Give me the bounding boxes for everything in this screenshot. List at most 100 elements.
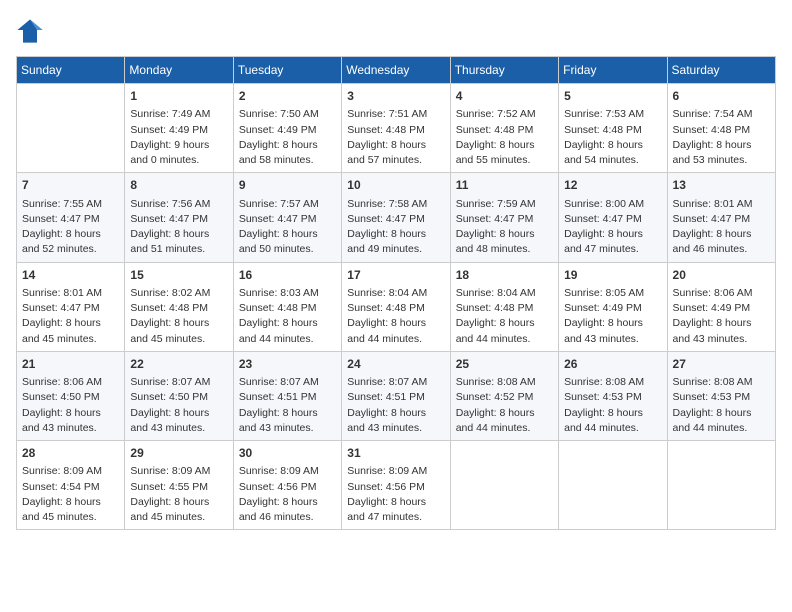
day-number: 4 bbox=[456, 88, 553, 105]
calendar-cell: 19 Sunrise: 8:05 AM Sunset: 4:49 PM Dayli… bbox=[559, 262, 667, 351]
calendar-cell: 30 Sunrise: 8:09 AM Sunset: 4:56 PM Dayli… bbox=[233, 441, 341, 530]
day-number: 8 bbox=[130, 177, 227, 194]
day-info: Sunrise: 8:05 AM Sunset: 4:49 PM Dayligh… bbox=[564, 286, 661, 347]
day-info: Sunrise: 8:09 AM Sunset: 4:56 PM Dayligh… bbox=[347, 464, 444, 525]
calendar-cell: 5 Sunrise: 7:53 AM Sunset: 4:48 PM Daylig… bbox=[559, 84, 667, 173]
day-number: 10 bbox=[347, 177, 444, 194]
day-number: 31 bbox=[347, 445, 444, 462]
day-number: 21 bbox=[22, 356, 119, 373]
day-number: 20 bbox=[673, 267, 770, 284]
day-info: Sunrise: 7:52 AM Sunset: 4:48 PM Dayligh… bbox=[456, 107, 553, 168]
calendar-cell bbox=[450, 441, 558, 530]
calendar-cell: 11 Sunrise: 7:59 AM Sunset: 4:47 PM Dayli… bbox=[450, 173, 558, 262]
day-info: Sunrise: 7:58 AM Sunset: 4:47 PM Dayligh… bbox=[347, 197, 444, 258]
day-number: 22 bbox=[130, 356, 227, 373]
calendar-cell: 25 Sunrise: 8:08 AM Sunset: 4:52 PM Dayli… bbox=[450, 351, 558, 440]
calendar-cell: 15Sunrise: 8:02 AM Sunset: 4:48 PM Dayli… bbox=[125, 262, 233, 351]
header-friday: Friday bbox=[559, 57, 667, 84]
calendar-cell: 7Sunrise: 7:55 AM Sunset: 4:47 PM Daylig… bbox=[17, 173, 125, 262]
day-info: Sunrise: 8:08 AM Sunset: 4:53 PM Dayligh… bbox=[673, 375, 770, 436]
day-info: Sunrise: 7:56 AM Sunset: 4:47 PM Dayligh… bbox=[130, 197, 227, 258]
week-row-1: 1 Sunrise: 7:49 AM Sunset: 4:49 PM Daylig… bbox=[17, 84, 776, 173]
calendar-cell: 18 Sunrise: 8:04 AM Sunset: 4:48 PM Dayli… bbox=[450, 262, 558, 351]
day-info: Sunrise: 8:09 AM Sunset: 4:55 PM Dayligh… bbox=[130, 464, 227, 525]
calendar-cell: 8 Sunrise: 7:56 AM Sunset: 4:47 PM Daylig… bbox=[125, 173, 233, 262]
day-info: Sunrise: 8:01 AM Sunset: 4:47 PM Dayligh… bbox=[673, 197, 770, 258]
calendar-cell: 27 Sunrise: 8:08 AM Sunset: 4:53 PM Dayli… bbox=[667, 351, 775, 440]
day-info: Sunrise: 8:00 AM Sunset: 4:47 PM Dayligh… bbox=[564, 197, 661, 258]
header-wednesday: Wednesday bbox=[342, 57, 450, 84]
day-number: 6 bbox=[673, 88, 770, 105]
day-number: 9 bbox=[239, 177, 336, 194]
logo-icon bbox=[16, 16, 44, 44]
calendar-cell: 29 Sunrise: 8:09 AM Sunset: 4:55 PM Dayli… bbox=[125, 441, 233, 530]
day-number: 12 bbox=[564, 177, 661, 194]
logo bbox=[16, 16, 46, 44]
day-info: Sunrise: 8:08 AM Sunset: 4:52 PM Dayligh… bbox=[456, 375, 553, 436]
day-info: Sunrise: 8:06 AM Sunset: 4:50 PM Dayligh… bbox=[22, 375, 119, 436]
day-info: Sunrise: 8:03 AM Sunset: 4:48 PM Dayligh… bbox=[239, 286, 336, 347]
days-header-row: SundayMondayTuesdayWednesdayThursdayFrid… bbox=[17, 57, 776, 84]
day-number: 5 bbox=[564, 88, 661, 105]
day-info: Sunrise: 7:53 AM Sunset: 4:48 PM Dayligh… bbox=[564, 107, 661, 168]
week-row-5: 28 Sunrise: 8:09 AM Sunset: 4:54 PM Dayli… bbox=[17, 441, 776, 530]
day-number: 13 bbox=[673, 177, 770, 194]
calendar-cell bbox=[667, 441, 775, 530]
calendar-cell: 13 Sunrise: 8:01 AM Sunset: 4:47 PM Dayli… bbox=[667, 173, 775, 262]
calendar-cell bbox=[17, 84, 125, 173]
day-info: Sunrise: 8:04 AM Sunset: 4:48 PM Dayligh… bbox=[347, 286, 444, 347]
calendar-cell: 17 Sunrise: 8:04 AM Sunset: 4:48 PM Dayli… bbox=[342, 262, 450, 351]
calendar-cell: 1 Sunrise: 7:49 AM Sunset: 4:49 PM Daylig… bbox=[125, 84, 233, 173]
day-number: 19 bbox=[564, 267, 661, 284]
calendar-cell: 21 Sunrise: 8:06 AM Sunset: 4:50 PM Dayli… bbox=[17, 351, 125, 440]
day-info: Sunrise: 7:54 AM Sunset: 4:48 PM Dayligh… bbox=[673, 107, 770, 168]
day-number: 2 bbox=[239, 88, 336, 105]
calendar-cell: 20Sunrise: 8:06 AM Sunset: 4:49 PM Dayli… bbox=[667, 262, 775, 351]
day-number: 23 bbox=[239, 356, 336, 373]
header-saturday: Saturday bbox=[667, 57, 775, 84]
calendar-table: SundayMondayTuesdayWednesdayThursdayFrid… bbox=[16, 56, 776, 530]
day-number: 3 bbox=[347, 88, 444, 105]
day-number: 30 bbox=[239, 445, 336, 462]
day-info: Sunrise: 8:07 AM Sunset: 4:50 PM Dayligh… bbox=[130, 375, 227, 436]
header-tuesday: Tuesday bbox=[233, 57, 341, 84]
calendar-cell: 31 Sunrise: 8:09 AM Sunset: 4:56 PM Dayli… bbox=[342, 441, 450, 530]
calendar-cell: 22 Sunrise: 8:07 AM Sunset: 4:50 PM Dayli… bbox=[125, 351, 233, 440]
day-info: Sunrise: 7:59 AM Sunset: 4:47 PM Dayligh… bbox=[456, 197, 553, 258]
day-number: 26 bbox=[564, 356, 661, 373]
day-number: 18 bbox=[456, 267, 553, 284]
week-row-4: 21 Sunrise: 8:06 AM Sunset: 4:50 PM Dayli… bbox=[17, 351, 776, 440]
day-info: Sunrise: 7:50 AM Sunset: 4:49 PM Dayligh… bbox=[239, 107, 336, 168]
day-info: Sunrise: 7:49 AM Sunset: 4:49 PM Dayligh… bbox=[130, 107, 227, 168]
day-info: Sunrise: 8:04 AM Sunset: 4:48 PM Dayligh… bbox=[456, 286, 553, 347]
day-info: Sunrise: 8:09 AM Sunset: 4:54 PM Dayligh… bbox=[22, 464, 119, 525]
calendar-cell: 24Sunrise: 8:07 AM Sunset: 4:51 PM Dayli… bbox=[342, 351, 450, 440]
day-number: 15 bbox=[130, 267, 227, 284]
calendar-cell: 2 Sunrise: 7:50 AM Sunset: 4:49 PM Daylig… bbox=[233, 84, 341, 173]
day-number: 11 bbox=[456, 177, 553, 194]
week-row-3: 14Sunrise: 8:01 AM Sunset: 4:47 PM Dayli… bbox=[17, 262, 776, 351]
calendar-cell bbox=[559, 441, 667, 530]
calendar-cell: 16 Sunrise: 8:03 AM Sunset: 4:48 PM Dayli… bbox=[233, 262, 341, 351]
day-number: 27 bbox=[673, 356, 770, 373]
day-number: 29 bbox=[130, 445, 227, 462]
day-info: Sunrise: 8:07 AM Sunset: 4:51 PM Dayligh… bbox=[239, 375, 336, 436]
day-number: 17 bbox=[347, 267, 444, 284]
calendar-cell: 9 Sunrise: 7:57 AM Sunset: 4:47 PM Daylig… bbox=[233, 173, 341, 262]
day-number: 7 bbox=[22, 177, 119, 194]
day-info: Sunrise: 7:57 AM Sunset: 4:47 PM Dayligh… bbox=[239, 197, 336, 258]
day-number: 28 bbox=[22, 445, 119, 462]
calendar-cell: 14Sunrise: 8:01 AM Sunset: 4:47 PM Dayli… bbox=[17, 262, 125, 351]
day-number: 1 bbox=[130, 88, 227, 105]
week-row-2: 7Sunrise: 7:55 AM Sunset: 4:47 PM Daylig… bbox=[17, 173, 776, 262]
calendar-cell: 4 Sunrise: 7:52 AM Sunset: 4:48 PM Daylig… bbox=[450, 84, 558, 173]
calendar-cell: 26Sunrise: 8:08 AM Sunset: 4:53 PM Dayli… bbox=[559, 351, 667, 440]
calendar-cell: 10 Sunrise: 7:58 AM Sunset: 4:47 PM Dayli… bbox=[342, 173, 450, 262]
day-number: 16 bbox=[239, 267, 336, 284]
day-info: Sunrise: 8:09 AM Sunset: 4:56 PM Dayligh… bbox=[239, 464, 336, 525]
day-number: 25 bbox=[456, 356, 553, 373]
page-header bbox=[16, 16, 776, 44]
header-monday: Monday bbox=[125, 57, 233, 84]
day-info: Sunrise: 8:01 AM Sunset: 4:47 PM Dayligh… bbox=[22, 286, 119, 347]
header-sunday: Sunday bbox=[17, 57, 125, 84]
